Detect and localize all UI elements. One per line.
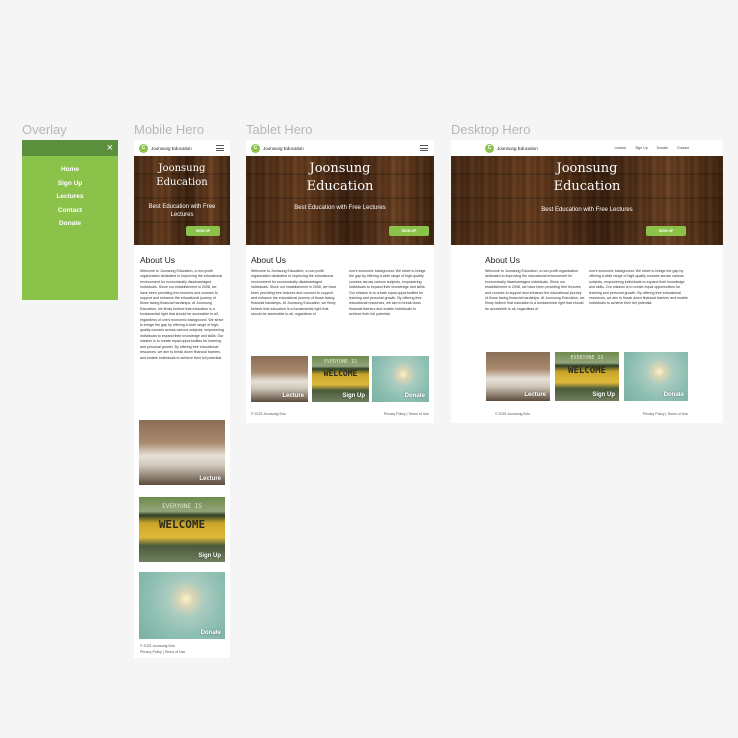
lecture-label: Lecture xyxy=(199,476,221,482)
desktop-hero: Joonsung Education Best Education with F… xyxy=(451,156,723,245)
mobile-hero: Joonsung Education Best Education with F… xyxy=(134,156,230,245)
footer-copyright: © 2023 Joonsung Edu xyxy=(140,644,175,648)
lecture-tile[interactable]: Lecture xyxy=(486,352,550,401)
overlay-item-contact[interactable]: Contact xyxy=(22,204,118,218)
overlay-menu: × Home Sign Up Lectures Contact Donate xyxy=(22,140,118,300)
sign-top-text: EVERYONE IS xyxy=(570,355,604,361)
mobile-frame-title: Mobile Hero xyxy=(134,122,205,137)
nav-item-contact[interactable]: Contact xyxy=(677,146,689,150)
overlay-top-bar: × xyxy=(22,140,118,156)
hero-title-line2: Education xyxy=(306,178,374,194)
hero-subtitle: Best Education with Free Lectures xyxy=(541,207,633,213)
desktop-header: C Joonsung Education Lecture Sign Up Don… xyxy=(451,140,723,156)
signup-tile[interactable]: EVERYONE IS WELCOME Sign Up xyxy=(312,356,369,402)
about-heading: About Us xyxy=(485,255,520,265)
sign-word-text: WELCOME xyxy=(158,518,206,531)
signup-button[interactable]: SIGN UP xyxy=(389,226,429,236)
close-icon[interactable]: × xyxy=(107,142,113,154)
overlay-nav-list: Home Sign Up Lectures Contact Donate xyxy=(22,163,118,231)
overlay-item-donate[interactable]: Donate xyxy=(22,217,118,231)
overlay-item-signup[interactable]: Sign Up xyxy=(22,177,118,191)
about-text-col2: one's economic background. We strive to … xyxy=(349,269,426,317)
sign-word-text: WELCOME xyxy=(323,369,358,378)
about-text-col1: Welcome to Joonsung Education, a non-pro… xyxy=(485,269,585,311)
signup-button[interactable]: SIGN UP xyxy=(186,226,220,236)
sign-top-text: EVERYONE IS xyxy=(162,503,202,510)
overlay-frame-title: Overlay xyxy=(22,122,67,137)
signup-label: Sign Up xyxy=(592,392,615,398)
footer-links[interactable]: Privacy Policy | Terms of Use xyxy=(140,650,185,654)
donate-label: Donate xyxy=(404,393,425,399)
about-text: Welcome to Joonsung Education, a non-pro… xyxy=(140,269,224,360)
nav-item-donate[interactable]: Donate xyxy=(657,146,668,150)
about-heading: About Us xyxy=(140,255,175,265)
signup-label: Sign Up xyxy=(342,393,365,399)
lecture-label: Lecture xyxy=(282,393,304,399)
logo-icon[interactable]: C xyxy=(251,143,260,153)
lecture-tile[interactable]: Lecture xyxy=(139,420,225,485)
tablet-header: C Joonsung Education xyxy=(246,140,434,156)
hamburger-menu-icon[interactable] xyxy=(216,145,224,151)
hero-title: Joonsung Education xyxy=(246,160,434,195)
footer-copyright: © 2023 Joonsung Edu xyxy=(495,412,530,416)
about-heading: About Us xyxy=(251,255,286,265)
lecture-label: Lecture xyxy=(524,392,546,398)
signup-button[interactable]: SIGN UP xyxy=(646,226,686,236)
hero-title: Joonsung Education xyxy=(134,162,230,189)
desktop-nav: Lecture Sign Up Donate Contact xyxy=(615,146,690,150)
hero-title-line1: Joonsung xyxy=(309,161,371,176)
hero-title-line1: Joonsung xyxy=(158,163,206,174)
hero-title-line1: Joonsung xyxy=(556,161,618,176)
donate-tile[interactable]: Donate xyxy=(139,572,225,639)
hero-title-line2: Education xyxy=(553,178,621,194)
nav-item-lecture[interactable]: Lecture xyxy=(615,146,627,150)
overlay-item-home[interactable]: Home xyxy=(22,163,118,177)
hero-title: Joonsung Education xyxy=(451,160,723,195)
signup-tile[interactable]: EVERYONE IS WELCOME Sign Up xyxy=(139,497,225,562)
tablet-frame-title: Tablet Hero xyxy=(246,122,313,137)
hero-subtitle: Best Education with Free Lectures xyxy=(148,204,216,218)
logo-icon[interactable]: C xyxy=(485,143,494,153)
brand-name[interactable]: Joonsung Education xyxy=(497,146,538,151)
signup-label: Sign Up xyxy=(198,553,221,559)
tablet-frame: C Joonsung Education Joonsung Education … xyxy=(246,140,434,423)
hero-title-line2: Education xyxy=(156,176,208,188)
about-text-col1: Welcome to Joonsung Education, a non-pro… xyxy=(251,269,337,317)
tablet-hero: Joonsung Education Best Education with F… xyxy=(246,156,434,245)
overlay-item-lectures[interactable]: Lectures xyxy=(22,190,118,204)
mobile-frame: C Joonsung Education Joonsung Education … xyxy=(134,140,230,658)
footer-copyright: © 2023 Joonsung Edu xyxy=(251,412,286,416)
donate-label: Donate xyxy=(663,392,684,398)
logo-icon[interactable]: C xyxy=(139,143,148,153)
about-text-col2: one's economic background. We strive to … xyxy=(589,269,688,306)
donate-tile[interactable]: Donate xyxy=(624,352,688,401)
desktop-frame: C Joonsung Education Lecture Sign Up Don… xyxy=(451,140,723,423)
sign-word-text: WELCOME xyxy=(568,366,606,376)
donate-tile[interactable]: Donate xyxy=(372,356,429,402)
signup-tile[interactable]: EVERYONE IS WELCOME Sign Up xyxy=(555,352,619,401)
desktop-frame-title: Desktop Hero xyxy=(451,122,531,137)
sign-top-text: EVERYONE IS xyxy=(323,359,358,365)
mobile-header: C Joonsung Education xyxy=(134,140,230,156)
donate-label: Donate xyxy=(200,630,221,636)
brand-name[interactable]: Joonsung Education xyxy=(151,146,192,151)
hamburger-menu-icon[interactable] xyxy=(420,145,428,151)
hero-subtitle: Best Education with Free Lectures xyxy=(294,205,386,211)
footer-links[interactable]: Privacy Policy | Terms of Use xyxy=(643,412,688,416)
nav-item-signup[interactable]: Sign Up xyxy=(635,146,647,150)
brand-name[interactable]: Joonsung Education xyxy=(263,146,304,151)
lecture-tile[interactable]: Lecture xyxy=(251,356,308,402)
footer-links[interactable]: Privacy Policy | Terms of Use xyxy=(384,412,429,416)
